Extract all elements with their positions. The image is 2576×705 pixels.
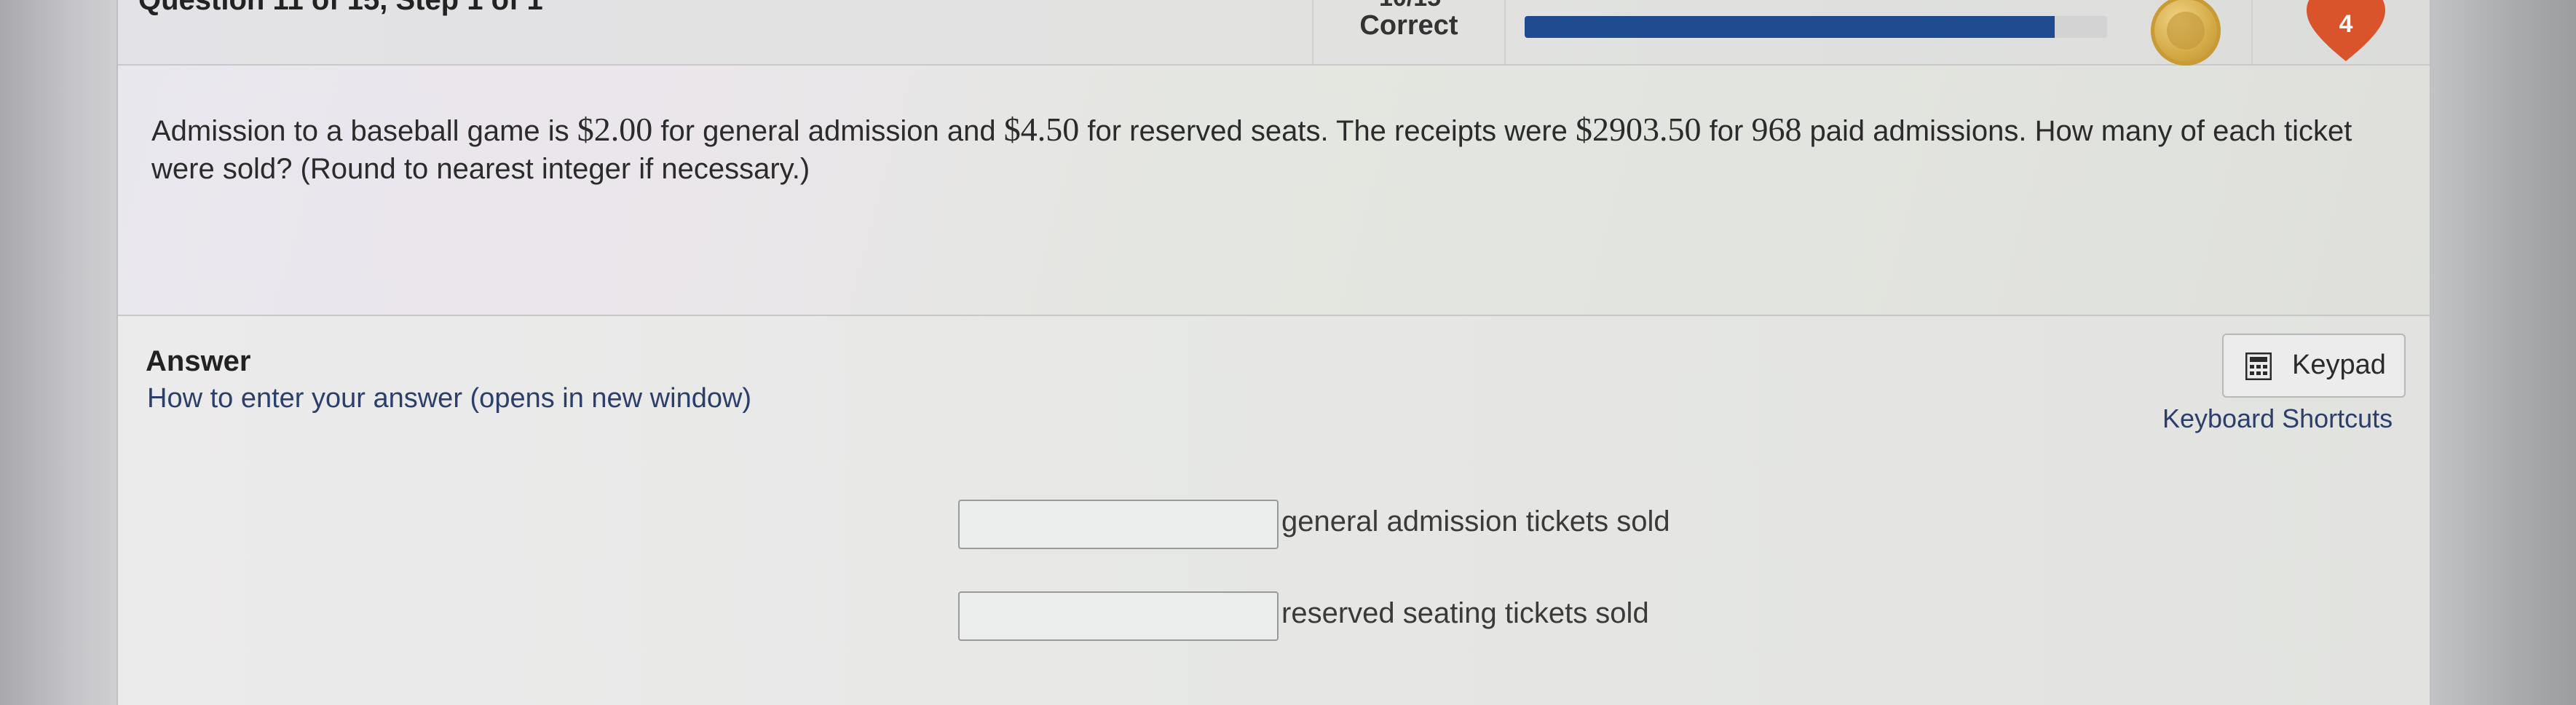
reserved-seating-input[interactable] [958, 591, 1279, 641]
keyboard-shortcuts-link[interactable]: Keyboard Shortcuts [2162, 403, 2393, 434]
question-text: Admission to a baseball game is $2.00 fo… [151, 111, 2409, 188]
progress-bar-fill [1525, 16, 2055, 38]
progress-bar [1525, 16, 2107, 38]
right-background [2430, 0, 2576, 705]
correct-label: Correct [1359, 10, 1458, 41]
question-text-segment: for general admission and [652, 115, 1004, 147]
answer-heading: Answer [146, 345, 251, 377]
header-divider [2251, 0, 2253, 64]
calculator-icon [2245, 352, 2272, 380]
general-admission-label: general admission tickets sold [1281, 505, 1670, 537]
keypad-label: Keypad [2292, 350, 2386, 380]
math-value: $4.50 [1003, 111, 1080, 148]
left-background [0, 0, 116, 705]
question-header: Question 11 of 15, Step 1 of 1 10/15 Cor… [118, 0, 2430, 66]
question-area: Admission to a baseball game is $2.00 fo… [118, 66, 2430, 316]
general-admission-input[interactable] [958, 500, 1279, 549]
question-text-segment: for reserved seats. The receipts were [1079, 115, 1576, 147]
math-value: $2903.50 [1576, 111, 1702, 148]
hearts-count: 4 [2339, 10, 2353, 38]
question-text-segment: for [1701, 115, 1752, 147]
coin-emblem [2167, 12, 2205, 50]
answer-area: Answer How to enter your answer (opens i… [118, 316, 2430, 705]
question-text-segment: Admission to a baseball game is [151, 115, 577, 147]
keypad-button[interactable]: Keypad [2222, 334, 2406, 398]
correct-counter: 10/15 Correct [1312, 0, 1506, 64]
math-value: 968 [1751, 111, 1802, 148]
how-to-enter-answer-link[interactable]: How to enter your answer (opens in new w… [147, 383, 751, 414]
reserved-seating-label: reserved seating tickets sold [1281, 597, 1649, 629]
math-value: $2.00 [577, 111, 653, 148]
hearts-badge[interactable]: 4 [2302, 0, 2390, 66]
question-step-label: Question 11 of 15, Step 1 of 1 [138, 0, 543, 16]
coin-badge-icon[interactable] [2151, 0, 2221, 66]
question-page: Question 11 of 15, Step 1 of 1 10/15 Cor… [116, 0, 2431, 705]
